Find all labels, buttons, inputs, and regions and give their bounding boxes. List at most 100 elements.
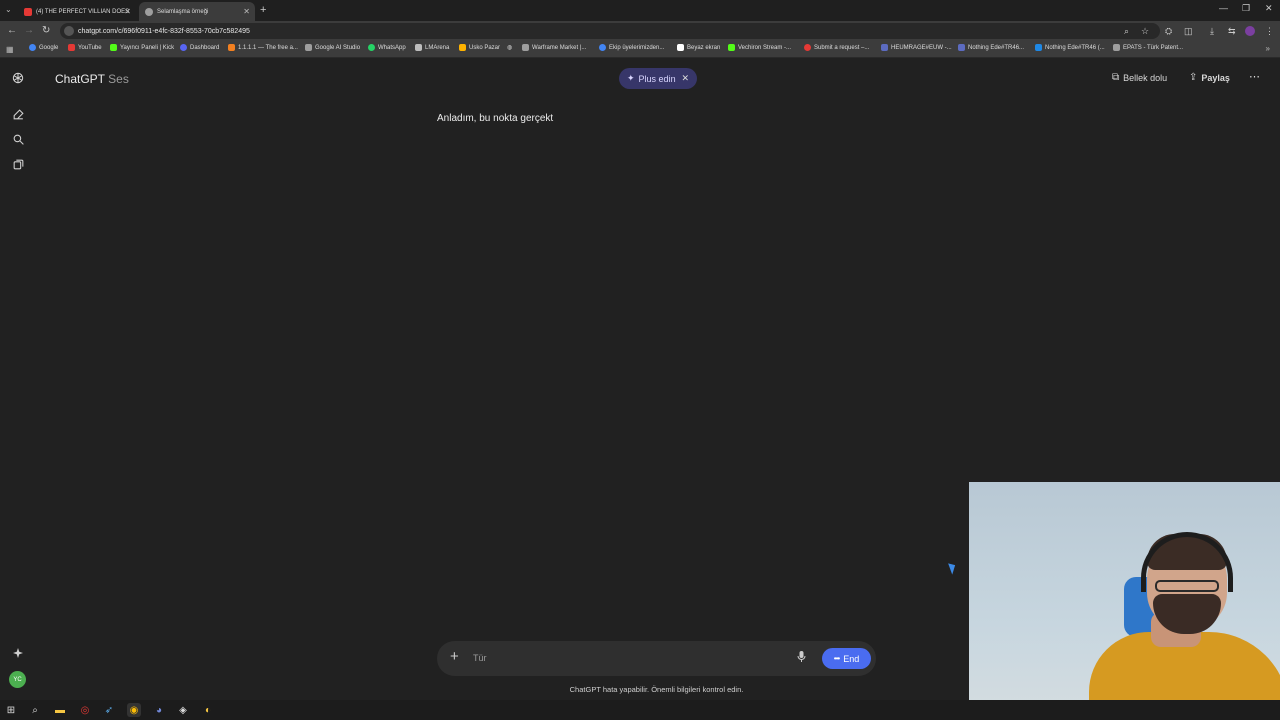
extension-icon[interactable]: ⛭ xyxy=(1165,26,1172,37)
bookmark-label: Nothing Ede#TR46... xyxy=(968,44,1025,51)
browser-menu-icon[interactable]: ⋮ xyxy=(1265,26,1274,37)
warframe-icon xyxy=(522,44,529,51)
search-icon[interactable]: ⌕ xyxy=(28,703,42,717)
get-plus-button[interactable]: ✦ Plus edin ✕ xyxy=(619,68,697,89)
bookmark-label: Usko Pazar xyxy=(469,44,501,51)
assistant-message: Anladım, bu nokta gerçekt xyxy=(437,113,554,124)
kick-icon xyxy=(728,44,735,51)
bookmark-item[interactable]: Submit a request –... xyxy=(804,44,869,51)
cloudflare-icon xyxy=(228,44,235,51)
more-bookmarks-icon[interactable]: » xyxy=(1266,44,1270,53)
browser-tab-chatgpt[interactable]: Selamlaşma örneği ✕ xyxy=(139,2,255,21)
new-chat-icon[interactable] xyxy=(9,105,27,123)
bookmark-item[interactable]: EPATS - Türk Patent... xyxy=(1113,44,1183,51)
share-button[interactable]: ⇪ Paylaş xyxy=(1189,72,1230,83)
close-icon[interactable]: ✕ xyxy=(681,73,689,84)
bookmark-item[interactable]: Nothing Ede#TR46 (... xyxy=(1035,44,1105,51)
new-tab-button[interactable]: + xyxy=(260,4,266,16)
model-name: ChatGPT xyxy=(55,72,105,86)
back-icon[interactable]: ← xyxy=(7,25,17,36)
google-icon xyxy=(29,44,36,51)
bookmark-item[interactable]: Warframe Market |... xyxy=(522,44,586,51)
site-info-icon[interactable] xyxy=(64,26,74,36)
bookmark-item[interactable]: Yayıncı Paneli | Kick xyxy=(110,44,174,51)
app-icon[interactable]: ◐ xyxy=(201,703,215,717)
forward-icon[interactable]: → xyxy=(24,25,34,36)
tracker-icon xyxy=(1035,44,1042,51)
bookmark-item[interactable]: LMArena xyxy=(415,44,449,51)
page-icon xyxy=(1113,44,1120,51)
tab-search-icon[interactable]: ⌄ xyxy=(5,5,12,14)
end-voice-button[interactable]: ••• End xyxy=(822,648,871,669)
minimize-window-icon[interactable]: — xyxy=(1219,3,1228,13)
close-window-icon[interactable]: ✕ xyxy=(1265,3,1273,14)
app-title[interactable]: ChatGPT Ses xyxy=(55,72,129,86)
sparkle-icon: ✦ xyxy=(627,73,635,83)
bookmark-label: WhatsApp xyxy=(378,44,406,51)
download-icon[interactable]: ⤓ xyxy=(1210,26,1214,37)
bookmark-item[interactable]: Beyaz ekran xyxy=(677,44,720,51)
bookmark-item[interactable]: 1.1.1.1 — The free a... xyxy=(228,44,298,51)
bookmark-item[interactable]: Google AI Studio xyxy=(305,44,360,51)
bookmark-item[interactable]: WhatsApp xyxy=(368,44,406,51)
windows-start-icon[interactable]: ⊞ xyxy=(4,703,18,717)
mouse-cursor-icon xyxy=(948,561,958,575)
attach-plus-icon[interactable]: + xyxy=(450,648,459,665)
bookmark-item[interactable]: Dashboard xyxy=(180,44,219,51)
profile-avatar-icon[interactable] xyxy=(1245,26,1255,36)
composer: + Tür ••• End xyxy=(437,641,876,676)
close-tab-icon[interactable]: ✕ xyxy=(243,7,250,16)
message-input[interactable]: Tür xyxy=(473,653,487,663)
library-icon[interactable] xyxy=(9,155,27,173)
bookmark-label: Nothing Ede#TR46 (... xyxy=(1045,44,1105,51)
bookmark-item[interactable]: Ekip üyelerimizden... xyxy=(599,44,664,51)
bookmark-label: Warframe Market |... xyxy=(532,44,587,51)
github-icon[interactable]: ◍ xyxy=(507,44,512,51)
steam-icon[interactable]: ➶ xyxy=(102,703,116,717)
bookmark-label: 1.1.1.1 — The free a... xyxy=(238,44,298,51)
whatsapp-icon xyxy=(368,44,375,51)
apps-grid-icon[interactable]: ▦ xyxy=(6,45,14,54)
ai-studio-icon xyxy=(305,44,312,51)
tracker-icon xyxy=(881,44,888,51)
page-icon xyxy=(677,44,684,51)
address-bar[interactable]: chatgpt.com/c/696f0911-e4fc-832f-8553-70… xyxy=(60,23,1160,39)
sparkle-icon[interactable] xyxy=(9,644,27,662)
bookmark-label: Yayıncı Paneli | Kick xyxy=(120,44,175,51)
discord-icon[interactable]: ◕ xyxy=(152,703,166,717)
bookmark-item[interactable]: Google xyxy=(29,44,58,51)
bookmark-star-icon[interactable]: ☆ xyxy=(1141,26,1149,37)
tab-groups-icon[interactable]: ⇆ xyxy=(1228,26,1236,37)
close-tab-icon[interactable]: ✕ xyxy=(124,7,131,16)
bookmark-label: HEUMRAGE#EUW -... xyxy=(891,44,952,51)
youtube-icon xyxy=(68,44,75,51)
memory-icon: ⧉ xyxy=(1112,72,1120,83)
memory-label: Bellek dolu xyxy=(1123,72,1168,83)
restore-window-icon[interactable]: ❐ xyxy=(1242,3,1250,14)
app-icon[interactable]: ◈ xyxy=(176,703,190,717)
bookmark-item[interactable]: Nothing Ede#TR46... xyxy=(958,44,1024,51)
openai-logo-icon[interactable] xyxy=(9,69,27,87)
reload-icon[interactable]: ↻ xyxy=(42,25,50,36)
browser-tab-youtube[interactable]: (4) THE PERFECT VILLIAN DOES ✕ xyxy=(18,2,136,21)
chatgpt-sidebar: YC xyxy=(0,58,36,700)
tab-title: (4) THE PERFECT VILLIAN DOES xyxy=(36,8,130,15)
bookmark-label: Submit a request –... xyxy=(814,44,870,51)
bookmark-item[interactable]: YouTube xyxy=(68,44,102,51)
chrome-icon[interactable]: ◉ xyxy=(127,703,141,717)
more-options-icon[interactable]: ⋯ xyxy=(1249,70,1260,83)
microphone-icon[interactable] xyxy=(797,651,806,665)
app-icon[interactable]: ◎ xyxy=(78,703,92,717)
file-explorer-icon[interactable]: ▬ xyxy=(53,703,67,717)
bookmark-label: Beyaz ekran xyxy=(687,44,721,51)
bookmark-item[interactable]: Vechiron Stream -... xyxy=(728,44,791,51)
dashboard-icon xyxy=(180,44,187,51)
riot-icon xyxy=(804,44,811,51)
bookmark-item[interactable]: HEUMRAGE#EUW -... xyxy=(881,44,952,51)
extensions-puzzle-icon[interactable]: ◫ xyxy=(1184,26,1193,37)
zoom-icon[interactable]: ⌕ xyxy=(1124,26,1129,37)
bookmark-item[interactable]: Usko Pazar xyxy=(459,44,500,51)
search-icon[interactable] xyxy=(9,130,27,148)
bookmark-label: Vechiron Stream -... xyxy=(738,44,792,51)
memory-full-button[interactable]: ⧉ Bellek dolu xyxy=(1112,72,1167,83)
